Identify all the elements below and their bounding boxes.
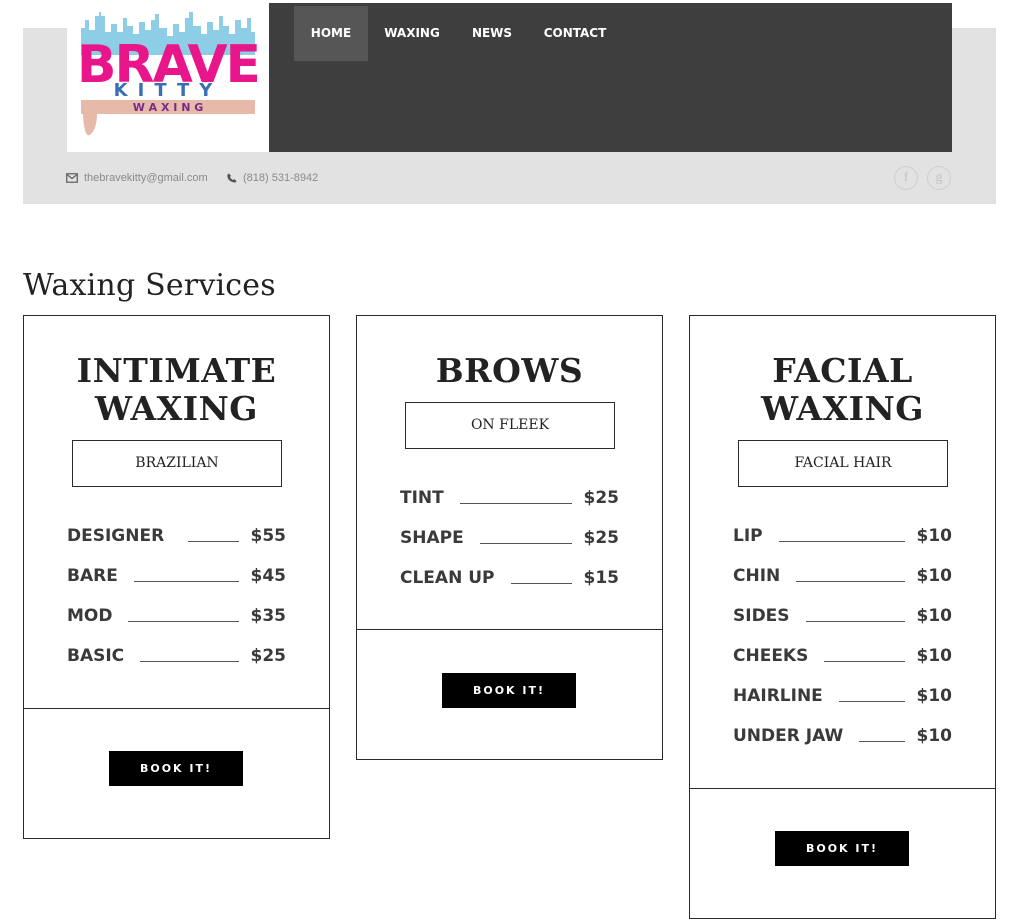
service-label: MOD xyxy=(67,606,113,626)
phone-icon xyxy=(227,173,237,183)
service-price: $55 xyxy=(250,526,287,546)
book-it-button[interactable]: BOOK IT! xyxy=(109,751,243,786)
card-subtitle-box: ON FLEEK xyxy=(405,402,615,449)
phone-contact[interactable]: (818) 531-8942 xyxy=(227,172,318,184)
svg-text:KITTY: KITTY xyxy=(114,80,223,101)
service-card-brows: BROWS ON FLEEK TINT $25 SHAPE $25 CLEAN UP… xyxy=(356,315,663,760)
price-row: SIDES $10 xyxy=(733,602,952,626)
book-it-button[interactable]: BOOK IT! xyxy=(775,831,909,866)
service-label: HAIRLINE xyxy=(733,686,823,706)
email-text: thebravekitty@gmail.com xyxy=(84,172,208,184)
service-price: $25 xyxy=(583,488,620,508)
facebook-icon[interactable]: f xyxy=(894,166,918,190)
price-row: SHAPE $25 xyxy=(400,524,619,548)
service-price: $10 xyxy=(916,526,953,546)
nav-waxing[interactable]: WAXING xyxy=(377,6,447,61)
price-row: HAIRLINE $10 xyxy=(733,682,952,706)
card-title-line1: INTIMATE xyxy=(76,351,277,390)
nav-home[interactable]: HOME xyxy=(294,6,368,61)
card-subtitle-box: FACIAL HAIR xyxy=(738,440,948,487)
service-price: $10 xyxy=(916,686,953,706)
service-label: TINT xyxy=(400,488,444,508)
service-label: CHIN xyxy=(733,566,781,586)
service-price: $25 xyxy=(250,646,287,666)
service-price: $10 xyxy=(916,566,953,586)
service-label: CLEAN UP xyxy=(400,568,495,588)
brave-kitty-logo: BRAVE KITTY W A X I N G xyxy=(79,12,257,136)
price-row: LIP $10 xyxy=(733,522,952,546)
card-subtitle-box: BRAZILIAN xyxy=(72,440,282,487)
price-row: BARE $45 xyxy=(67,562,286,586)
price-row: MOD $35 xyxy=(67,602,286,626)
service-price: $35 xyxy=(250,606,287,626)
price-row: DESIGNER $55 xyxy=(67,522,286,546)
card-title-line2: WAXING xyxy=(761,389,924,428)
service-label: DESIGNER xyxy=(67,526,165,546)
card-body: BROWS ON FLEEK TINT $25 SHAPE $25 CLEAN UP… xyxy=(357,316,662,630)
price-row: TINT $25 xyxy=(400,484,619,508)
logo-container[interactable]: BRAVE KITTY W A X I N G xyxy=(67,0,269,152)
price-row: CHEEKS $10 xyxy=(733,642,952,666)
service-label: SHAPE xyxy=(400,528,464,548)
service-price: $10 xyxy=(916,606,953,626)
google-plus-icon[interactable]: g xyxy=(927,166,951,190)
service-label: SIDES xyxy=(733,606,790,626)
card-title-line2: WAXING xyxy=(95,389,258,428)
price-row: CHIN $10 xyxy=(733,562,952,586)
service-price: $10 xyxy=(916,646,953,666)
envelope-icon xyxy=(66,173,78,183)
card-title-line1: FACIAL xyxy=(772,351,913,390)
price-row: UNDER JAW $10 xyxy=(733,722,952,746)
section-title: Waxing Services xyxy=(23,268,276,303)
card-title: BROWS xyxy=(435,351,584,390)
nav-contact[interactable]: CONTACT xyxy=(539,6,611,61)
service-price: $45 xyxy=(250,566,287,586)
service-label: CHEEKS xyxy=(733,646,809,666)
service-card-intimate: INTIMATE WAXING BRAZILIAN DESIGNER $55 BA… xyxy=(23,315,330,839)
service-price: $15 xyxy=(583,568,620,588)
service-label: LIP xyxy=(733,526,763,546)
svg-text:W A X I N G: W A X I N G xyxy=(133,101,204,114)
card-body: FACIAL WAXING FACIAL HAIR LIP $10 CHIN $10… xyxy=(690,316,995,789)
service-card-facial: FACIAL WAXING FACIAL HAIR LIP $10 CHIN $10… xyxy=(689,315,996,919)
main-navbar: HOME WAXING NEWS CONTACT xyxy=(269,3,952,152)
card-body: INTIMATE WAXING BRAZILIAN DESIGNER $55 BA… xyxy=(24,316,329,709)
phone-text: (818) 531-8942 xyxy=(243,172,319,184)
price-row: BASIC $25 xyxy=(67,642,286,666)
nav-news[interactable]: NEWS xyxy=(465,6,519,61)
email-contact[interactable]: thebravekitty@gmail.com xyxy=(66,172,208,184)
service-label: BASIC xyxy=(67,646,125,666)
book-it-button[interactable]: BOOK IT! xyxy=(442,673,576,708)
service-label: UNDER JAW xyxy=(733,726,844,746)
service-label: BARE xyxy=(67,566,118,586)
service-price: $10 xyxy=(916,726,953,746)
service-price: $25 xyxy=(583,528,620,548)
price-row: CLEAN UP $15 xyxy=(400,564,619,588)
